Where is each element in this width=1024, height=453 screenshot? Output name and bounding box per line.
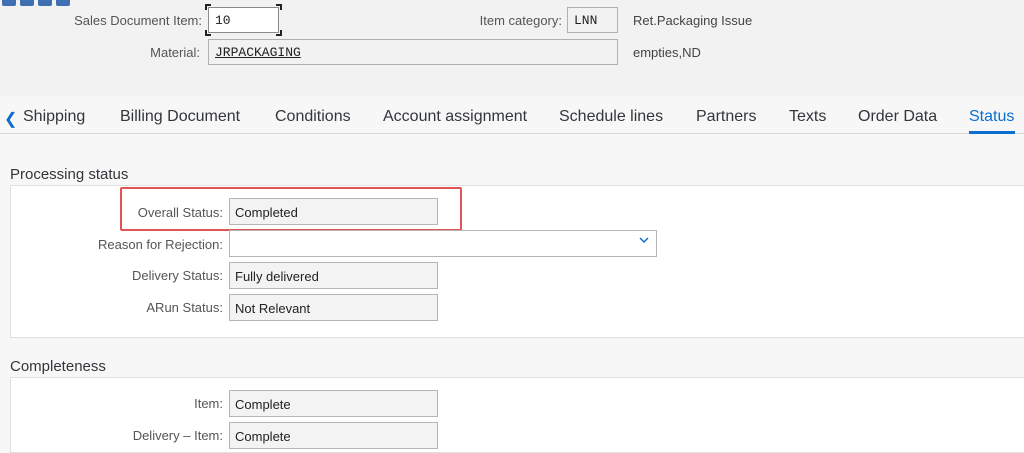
toolbar-icon-1[interactable] bbox=[2, 0, 16, 6]
toolbar-icon-3[interactable] bbox=[38, 0, 52, 6]
tab-account-assignment[interactable]: Account assignment bbox=[383, 108, 527, 126]
sales-document-item-field[interactable]: 10 bbox=[208, 7, 279, 33]
reason-rejection-label: Reason for Rejection: bbox=[97, 237, 223, 252]
tab-billing-document[interactable]: Billing Document bbox=[120, 108, 240, 126]
focus-corner-tr bbox=[276, 4, 282, 10]
arun-status-label: ARun Status: bbox=[146, 300, 223, 315]
delivery-status-label: Delivery Status: bbox=[131, 268, 223, 283]
tab-bar: ❮ Shipping Billing Document Conditions A… bbox=[0, 96, 1024, 134]
tab-partners[interactable]: Partners bbox=[696, 108, 756, 126]
toolbar-icon-2[interactable] bbox=[20, 0, 34, 6]
focus-corner-tl bbox=[205, 4, 211, 10]
item-category-label: Item category: bbox=[479, 13, 562, 28]
arun-status-field[interactable]: Not Relevant bbox=[229, 294, 438, 321]
item-label: Item: bbox=[194, 396, 223, 411]
chevron-left-icon[interactable]: ❮ bbox=[4, 109, 17, 129]
chevron-down-icon[interactable] bbox=[638, 234, 650, 246]
material-field[interactable]: JRPACKAGING bbox=[208, 39, 618, 65]
delivery-item-label: Delivery – Item: bbox=[132, 428, 223, 443]
focus-corner-br bbox=[276, 30, 282, 36]
item-field[interactable]: Complete bbox=[229, 390, 438, 417]
overall-status-highlight bbox=[120, 187, 462, 231]
tab-selected-indicator bbox=[969, 131, 1015, 134]
tab-texts[interactable]: Texts bbox=[789, 108, 826, 126]
tab-schedule-lines[interactable]: Schedule lines bbox=[559, 108, 663, 126]
delivery-status-field[interactable]: Fully delivered bbox=[229, 262, 438, 289]
tab-shipping[interactable]: Shipping bbox=[23, 108, 85, 126]
material-description: empties,ND bbox=[633, 45, 701, 60]
processing-status-title: Processing status bbox=[10, 166, 129, 183]
reason-rejection-select[interactable] bbox=[229, 230, 657, 257]
material-label: Material: bbox=[150, 45, 200, 60]
tab-order-data[interactable]: Order Data bbox=[858, 108, 937, 126]
toolbar-icon-4[interactable] bbox=[56, 0, 70, 6]
tab-status[interactable]: Status bbox=[969, 108, 1014, 126]
delivery-item-field[interactable]: Complete bbox=[229, 422, 438, 449]
completeness-title: Completeness bbox=[10, 358, 106, 375]
focus-corner-bl bbox=[205, 30, 211, 36]
item-category-description: Ret.Packaging Issue bbox=[633, 13, 753, 28]
tab-conditions[interactable]: Conditions bbox=[275, 108, 351, 126]
sales-document-item-label: Sales Document Item: bbox=[74, 13, 202, 28]
item-header: Sales Document Item: 10 Item category: L… bbox=[0, 0, 1024, 96]
item-category-field[interactable]: LNN bbox=[567, 7, 618, 33]
